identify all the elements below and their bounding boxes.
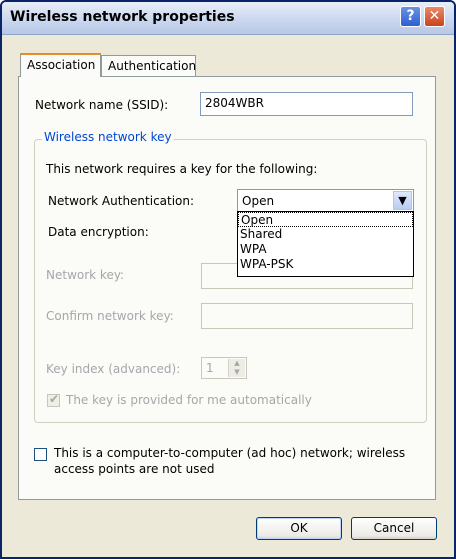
key-index-value: 1 (206, 361, 214, 375)
dropdown-option-open[interactable]: Open (238, 212, 413, 227)
tab-association[interactable]: Association (20, 53, 101, 77)
triangle-down-icon[interactable]: ▼ (229, 368, 245, 377)
dropdown-option-shared[interactable]: Shared (238, 227, 413, 242)
network-key-label: Network key: (46, 268, 125, 282)
title-bar[interactable]: Wireless network properties ? ✕ (2, 2, 454, 35)
close-icon: ✕ (428, 8, 441, 24)
confirm-network-key-label: Confirm network key: (46, 309, 174, 323)
key-index-spinner[interactable]: 1 ▲ ▼ (201, 357, 247, 379)
chevron-down-icon[interactable]: ▼ (393, 191, 412, 210)
auto-key-checkbox[interactable]: ✔ (47, 392, 60, 407)
wireless-key-group-title: Wireless network key (42, 130, 174, 144)
ssid-label: Network name (SSID): (35, 98, 169, 112)
dropdown-option-wpa[interactable]: WPA (238, 242, 413, 257)
data-encryption-label: Data encryption: (48, 225, 149, 239)
adhoc-checkbox[interactable] (34, 448, 47, 461)
ssid-input[interactable]: 2804WBR (200, 92, 413, 116)
network-authentication-value: Open (242, 194, 275, 208)
window-title: Wireless network properties (10, 9, 235, 25)
triangle-up-icon[interactable]: ▲ (229, 359, 245, 368)
tab-authentication[interactable]: Authentication (101, 55, 196, 77)
auto-key-label: The key is provided for me automatically (66, 393, 312, 407)
ssid-value: 2804WBR (205, 96, 264, 110)
dropdown-option-wpa-psk[interactable]: WPA-PSK (238, 257, 413, 272)
network-authentication-label: Network Authentication: (48, 194, 195, 208)
spinner-buttons: ▲ ▼ (228, 359, 245, 377)
close-button[interactable]: ✕ (424, 6, 445, 27)
help-icon: ? (406, 8, 415, 24)
network-authentication-select[interactable]: Open ▼ (237, 189, 414, 212)
confirm-network-key-input[interactable] (201, 303, 413, 329)
adhoc-label-line2: access points are not used (54, 462, 215, 476)
checkmark-icon: ✔ (49, 392, 60, 406)
cancel-button[interactable]: Cancel (351, 517, 437, 540)
adhoc-label-line1: This is a computer-to-computer (ad hoc) … (54, 446, 406, 460)
key-required-text: This network requires a key for the foll… (46, 162, 318, 176)
network-authentication-dropdown: Open Shared WPA WPA-PSK (237, 211, 414, 277)
dialog-window: Wireless network properties ? ✕ Associat… (0, 0, 456, 559)
ok-button[interactable]: OK (256, 517, 342, 540)
key-index-label: Key index (advanced): (46, 362, 181, 376)
help-button[interactable]: ? (400, 6, 421, 27)
